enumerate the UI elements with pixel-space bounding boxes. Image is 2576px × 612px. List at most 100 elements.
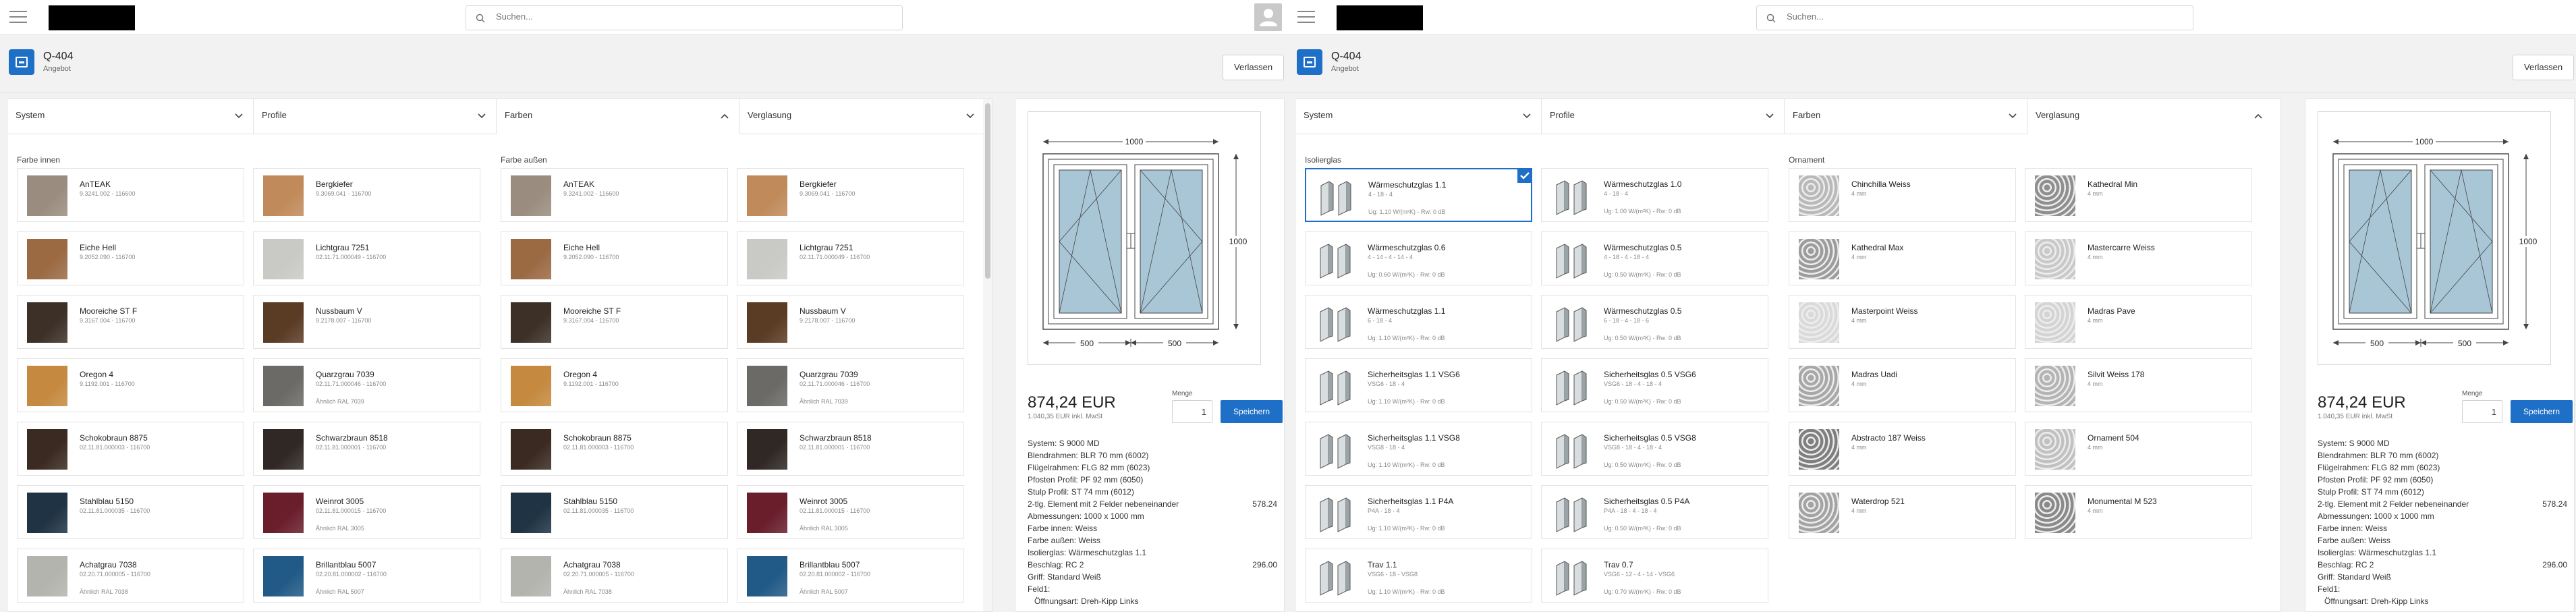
color-card[interactable]: Oregon 4 9.1192.001 - 116700	[17, 358, 244, 412]
glass-icon	[1315, 429, 1355, 470]
glass-card[interactable]: Wärmeschutzglas 1.1 6 - 18 - 4 Ug: 1.10 W/…	[1305, 295, 1532, 349]
glass-card[interactable]: Wärmeschutzglas 1.0 4 - 18 - 4 Ug: 1.00 W/…	[1541, 168, 1768, 222]
detail-text: Abmessungen: 1000 x 1000 mm	[2318, 511, 2434, 521]
glass-icon	[1551, 366, 1592, 406]
ornament-card[interactable]: Waterdrop 521 4 mm	[1789, 485, 2016, 539]
quantity-input[interactable]: 1	[1172, 400, 1212, 423]
color-card[interactable]: Quarzgrau 7039 02.11.71.000046 - 116700 Äh…	[737, 358, 964, 412]
color-card[interactable]: Mooreiche ST F 9.3167.004 - 116700	[17, 295, 244, 349]
tab-system[interactable]: System	[7, 99, 254, 134]
configurator-panel: System Profile Farben Verglasung Isolier…	[1295, 99, 2281, 612]
color-card[interactable]: Achatgrau 7038 02.20.71.000005 - 116700 Äh…	[17, 549, 244, 603]
glass-spec: 6 - 18 - 4 - 18 - 6	[1604, 317, 1650, 324]
glass-card[interactable]: Wärmeschutzglas 0.5 4 - 18 - 4 - 18 - 4 Ug…	[1541, 231, 1768, 285]
color-card[interactable]: Schwarzbraun 8518 02.11.81.000001 - 11670…	[737, 422, 964, 476]
color-card[interactable]: Schokobraun 8875 02.11.81.000003 - 116700	[501, 422, 728, 476]
glass-card[interactable]: Sicherheitsglas 1.1 P4A P4A - 18 - 4 Ug: 1…	[1305, 485, 1532, 539]
color-card[interactable]: Schwarzbraun 8518 02.11.81.000001 - 11670…	[253, 422, 480, 476]
color-card[interactable]: Bergkiefer 9.3069.041 - 116700	[253, 168, 480, 222]
glass-card[interactable]: Sicherheitsglas 0.5 VSG8 VSG8 - 18 - 4 - …	[1541, 422, 1768, 476]
color-card[interactable]: Oregon 4 9.1192.001 - 116700	[501, 358, 728, 412]
color-code: 02.11.81.000003 - 116700	[563, 444, 634, 451]
glass-card[interactable]: Sicherheitsglas 0.5 VSG6 VSG6 - 18 - 4 - …	[1541, 358, 1768, 412]
ornament-card[interactable]: Ornament 504 4 mm	[2025, 422, 2252, 476]
tab-farben[interactable]: Farben	[1785, 99, 2027, 134]
color-card[interactable]: Stahlblau 5150 02.11.81.000035 - 116700	[501, 485, 728, 539]
glass-card[interactable]: Wärmeschutzglas 0.5 6 - 18 - 4 - 18 - 6 Ug…	[1541, 295, 1768, 349]
glass-name: Wärmeschutzglas 0.6	[1368, 243, 1446, 252]
tab-verglasung[interactable]: Verglasung	[739, 99, 984, 134]
tab-profile[interactable]: Profile	[1542, 99, 1785, 134]
glass-card[interactable]: Sicherheitsglas 1.1 VSG8 VSG8 - 18 - 4 Ug:…	[1305, 422, 1532, 476]
tab-farben[interactable]: Farben	[497, 99, 739, 134]
glass-icon	[1551, 429, 1592, 470]
tab-profile[interactable]: Profile	[254, 99, 497, 134]
color-card[interactable]: Brillantblau 5007 02.20.81.000002 - 11670…	[253, 549, 480, 603]
menu-icon[interactable]	[9, 11, 27, 24]
ornament-card[interactable]: Silvit Weiss 178 4 mm	[2025, 358, 2252, 412]
glass-ug-value: Ug: 1.10 W/(m²K) - Rw: 0 dB	[1368, 462, 1445, 468]
color-card[interactable]: AnTEAK 9.3241.002 - 116600	[501, 168, 728, 222]
ornament-card[interactable]: Kathedral Min 4 mm	[2025, 168, 2252, 222]
price-incl-tax: 1.040,35 EUR inkl. MwSt	[2318, 413, 2393, 420]
color-swatch	[27, 302, 67, 343]
search-input[interactable]	[496, 11, 874, 22]
ornament-card[interactable]: Monumental M 523 4 mm	[2025, 485, 2252, 539]
chevron-down-icon	[1766, 113, 1774, 119]
color-card[interactable]: Nussbaum V 9.2178.007 - 116700	[253, 295, 480, 349]
color-swatch	[27, 366, 67, 406]
color-card[interactable]: Bergkiefer 9.3069.041 - 116700	[737, 168, 964, 222]
glass-card[interactable]: Sicherheitsglas 1.1 VSG6 VSG6 - 18 - 4 Ug:…	[1305, 358, 1532, 412]
color-card[interactable]: Nussbaum V 9.2178.007 - 116700	[737, 295, 964, 349]
tab-verglasung[interactable]: Verglasung	[2027, 99, 2272, 134]
leave-button[interactable]: Verlassen	[2513, 55, 2575, 80]
ornament-card[interactable]: Abstracto 187 Weiss 4 mm	[1789, 422, 2016, 476]
glass-card[interactable]: Wärmeschutzglas 0.6 4 - 14 - 4 - 14 - 4 Ug…	[1305, 231, 1532, 285]
color-card[interactable]: Schokobraun 8875 02.11.81.000003 - 116700	[17, 422, 244, 476]
search-input[interactable]	[1787, 11, 2164, 22]
tab-label: System	[16, 110, 45, 120]
ornament-card[interactable]: Madras Uadi 4 mm	[1789, 358, 2016, 412]
color-card[interactable]: Weinrot 3005 02.11.81.000015 - 116700 Ähnl…	[737, 485, 964, 539]
glass-card[interactable]: Trav 0.7 VSG6 - 12 - 4 - 14 - VSG6 Ug: 0.7…	[1541, 549, 1768, 603]
search-box[interactable]	[466, 5, 903, 30]
menu-icon[interactable]	[1297, 11, 1315, 24]
color-card[interactable]: Quarzgrau 7039 02.11.71.000046 - 116700 Äh…	[253, 358, 480, 412]
tab-system[interactable]: System	[1295, 99, 1542, 134]
quote-icon	[9, 49, 34, 75]
scrollbar[interactable]	[983, 99, 992, 611]
color-card[interactable]: Brillantblau 5007 02.20.81.000002 - 11670…	[737, 549, 964, 603]
left-pane: Q-404 Angebot Verlassen System Profile F…	[0, 0, 1288, 612]
color-card[interactable]: Eiche Hell 9.2052.090 - 116700	[17, 231, 244, 285]
ornament-name: Kathedral Min	[2088, 179, 2138, 189]
color-card[interactable]: Mooreiche ST F 9.3167.004 - 116700	[501, 295, 728, 349]
glass-icon	[1316, 176, 1356, 217]
glass-name: Sicherheitsglas 1.1 P4A	[1368, 497, 1454, 506]
detail-text: Farbe innen: Weiss	[1028, 524, 1098, 533]
ornament-card[interactable]: Masterpoint Weiss 4 mm	[1789, 295, 2016, 349]
glass-card[interactable]: Wärmeschutzglas 1.1 4 - 18 - 4 Ug: 1.10 W/…	[1305, 168, 1532, 222]
glass-card[interactable]: Trav 1.1 VSG6 - 18 - VSG8 Ug: 1.10 W/(m²K)…	[1305, 549, 1532, 603]
color-card[interactable]: Stahlblau 5150 02.11.81.000035 - 116700	[17, 485, 244, 539]
ornament-card[interactable]: Kathedral Max 4 mm	[1789, 231, 2016, 285]
detail-line: Blendrahmen: BLR 70 mm (6002)	[2318, 449, 2567, 462]
color-card[interactable]: AnTEAK 9.3241.002 - 116600	[17, 168, 244, 222]
ornament-card[interactable]: Madras Pave 4 mm	[2025, 295, 2252, 349]
quantity-input[interactable]: 1	[2462, 400, 2502, 423]
detail-text: Beschlag: RC 2	[2318, 560, 2374, 569]
ornament-card[interactable]: Chinchilla Weiss 4 mm	[1789, 168, 2016, 222]
color-card[interactable]: Lichtgrau 7251 02.11.71.000049 - 116700	[737, 231, 964, 285]
color-swatch	[263, 429, 304, 470]
color-card[interactable]: Achatgrau 7038 02.20.71.000005 - 116700 Äh…	[501, 549, 728, 603]
color-card[interactable]: Eiche Hell 9.2052.090 - 116700	[501, 231, 728, 285]
save-button[interactable]: Speichern	[1221, 400, 1283, 423]
color-card[interactable]: Weinrot 3005 02.11.81.000015 - 116700 Ähnl…	[253, 485, 480, 539]
color-card[interactable]: Lichtgrau 7251 02.11.71.000049 - 116700	[253, 231, 480, 285]
avatar[interactable]	[1254, 3, 1282, 31]
color-name: Bergkiefer	[800, 179, 837, 189]
ornament-card[interactable]: Mastercarre Weiss 4 mm	[2025, 231, 2252, 285]
glass-card[interactable]: Sicherheitsglas 0.5 P4A P4A - 18 - 4 - 18…	[1541, 485, 1768, 539]
leave-button[interactable]: Verlassen	[1223, 55, 1285, 80]
search-box[interactable]	[1756, 5, 2193, 30]
save-button[interactable]: Speichern	[2511, 400, 2573, 423]
